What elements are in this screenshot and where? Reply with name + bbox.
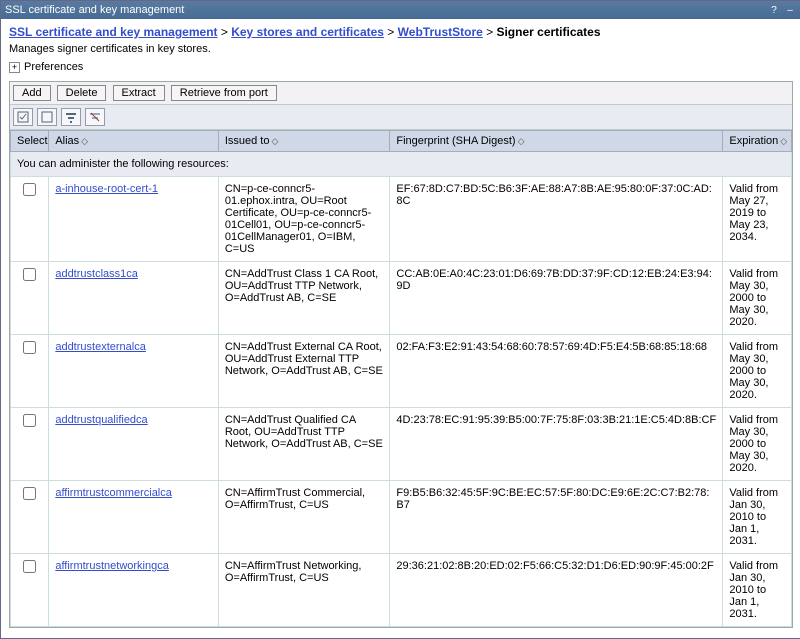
issued-to-cell: CN=AddTrust External CA Root, OU=AddTrus…: [218, 335, 390, 408]
table-row: affirmtrustnetworkingca CN=AffirmTrust Ne…: [11, 554, 792, 627]
row-select-checkbox[interactable]: [23, 414, 36, 427]
preferences-label: Preferences: [24, 61, 83, 73]
admin-resources-message: You can administer the following resourc…: [11, 152, 792, 177]
sort-icon[interactable]: ◇: [518, 136, 525, 146]
fingerprint-cell: 4D:23:78:EC:91:95:39:B5:00:7F:75:8F:03:3…: [390, 408, 723, 481]
select-all-icon[interactable]: [13, 108, 33, 126]
row-select-checkbox[interactable]: [23, 268, 36, 281]
col-header-fingerprint[interactable]: Fingerprint (SHA Digest)◇: [390, 131, 723, 152]
action-button-row: Add Delete Extract Retrieve from port: [10, 82, 792, 105]
table-row: addtrustexternalca CN=AddTrust External C…: [11, 335, 792, 408]
breadcrumb: SSL certificate and key management > Key…: [9, 25, 793, 39]
issued-to-cell: CN=AddTrust Class 1 CA Root, OU=AddTrust…: [218, 262, 390, 335]
table-toolbar: [10, 105, 792, 130]
expiration-cell: Valid from May 27, 2019 to May 23, 2034.: [723, 177, 792, 262]
row-select-checkbox[interactable]: [23, 560, 36, 573]
sort-icon[interactable]: ◇: [780, 136, 787, 146]
titlebar: SSL certificate and key management ? –: [1, 1, 800, 19]
row-select-checkbox[interactable]: [23, 487, 36, 500]
breadcrumb-current: Signer certificates: [496, 25, 600, 39]
alias-link[interactable]: addtrustexternalca: [55, 341, 146, 353]
fingerprint-cell: 29:36:21:02:8B:20:ED:02:F5:66:C5:32:D1:D…: [390, 554, 723, 627]
minimize-icon[interactable]: –: [783, 3, 797, 17]
breadcrumb-link-ssl[interactable]: SSL certificate and key management: [9, 25, 218, 39]
alias-link[interactable]: addtrustqualifiedca: [55, 414, 147, 426]
page-description: Manages signer certificates in key store…: [9, 43, 793, 55]
clear-filter-icon[interactable]: [85, 108, 105, 126]
sort-icon[interactable]: ◇: [81, 136, 88, 146]
expiration-cell: Valid from Jan 30, 2010 to Jan 1, 2031.: [723, 554, 792, 627]
issued-to-cell: CN=AffirmTrust Networking, O=AffirmTrust…: [218, 554, 390, 627]
alias-link[interactable]: affirmtrustcommercialca: [55, 487, 172, 499]
breadcrumb-link-keystores[interactable]: Key stores and certificates: [231, 25, 384, 39]
col-header-select: Select: [11, 131, 49, 152]
extract-button[interactable]: Extract: [113, 85, 165, 101]
fingerprint-cell: CC:AB:0E:A0:4C:23:01:D6:69:7B:DD:37:9F:C…: [390, 262, 723, 335]
table-row: addtrustclass1ca CN=AddTrust Class 1 CA R…: [11, 262, 792, 335]
issued-to-cell: CN=AffirmTrust Commercial, O=AffirmTrust…: [218, 481, 390, 554]
help-icon[interactable]: ?: [767, 3, 781, 17]
fingerprint-cell: F9:B5:B6:32:45:5F:9C:BE:EC:57:5F:80:DC:E…: [390, 481, 723, 554]
add-button[interactable]: Add: [13, 85, 51, 101]
table-row: addtrustqualifiedca CN=AddTrust Qualified…: [11, 408, 792, 481]
deselect-all-icon[interactable]: [37, 108, 57, 126]
signer-certificates-table: Select Alias◇ Issued to◇ Fingerprint (SH…: [10, 130, 792, 627]
breadcrumb-link-webtruststore[interactable]: WebTrustStore: [398, 25, 483, 39]
issued-to-cell: CN=AddTrust Qualified CA Root, OU=AddTru…: [218, 408, 390, 481]
panel-title: SSL certificate and key management: [5, 4, 765, 16]
row-select-checkbox[interactable]: [23, 183, 36, 196]
col-header-alias[interactable]: Alias◇: [49, 131, 219, 152]
fingerprint-cell: 02:FA:F3:E2:91:43:54:68:60:78:57:69:4D:F…: [390, 335, 723, 408]
expand-icon[interactable]: +: [9, 62, 20, 73]
table-row: a-inhouse-root-cert-1 CN=p-ce-conncr5-01.…: [11, 177, 792, 262]
expiration-cell: Valid from Jan 30, 2010 to Jan 1, 2031.: [723, 481, 792, 554]
expiration-cell: Valid from May 30, 2000 to May 30, 2020.: [723, 408, 792, 481]
row-select-checkbox[interactable]: [23, 341, 36, 354]
expiration-cell: Valid from May 30, 2000 to May 30, 2020.: [723, 262, 792, 335]
delete-button[interactable]: Delete: [57, 85, 107, 101]
sort-icon[interactable]: ◇: [271, 136, 278, 146]
fingerprint-cell: EF:67:8D:C7:BD:5C:B6:3F:AE:88:A7:8B:AE:9…: [390, 177, 723, 262]
issued-to-cell: CN=p-ce-conncr5-01.ephox.intra, OU=Root …: [218, 177, 390, 262]
alias-link[interactable]: a-inhouse-root-cert-1: [55, 183, 158, 195]
filter-icon[interactable]: [61, 108, 81, 126]
table-row: affirmtrustcommercialca CN=AffirmTrust Co…: [11, 481, 792, 554]
col-header-issued[interactable]: Issued to◇: [218, 131, 390, 152]
alias-link[interactable]: addtrustclass1ca: [55, 268, 138, 280]
expiration-cell: Valid from May 30, 2000 to May 30, 2020.: [723, 335, 792, 408]
col-header-expiration[interactable]: Expiration◇: [723, 131, 792, 152]
retrieve-button[interactable]: Retrieve from port: [171, 85, 277, 101]
alias-link[interactable]: affirmtrustnetworkingca: [55, 560, 169, 572]
preferences-toggle[interactable]: + Preferences: [9, 61, 793, 73]
